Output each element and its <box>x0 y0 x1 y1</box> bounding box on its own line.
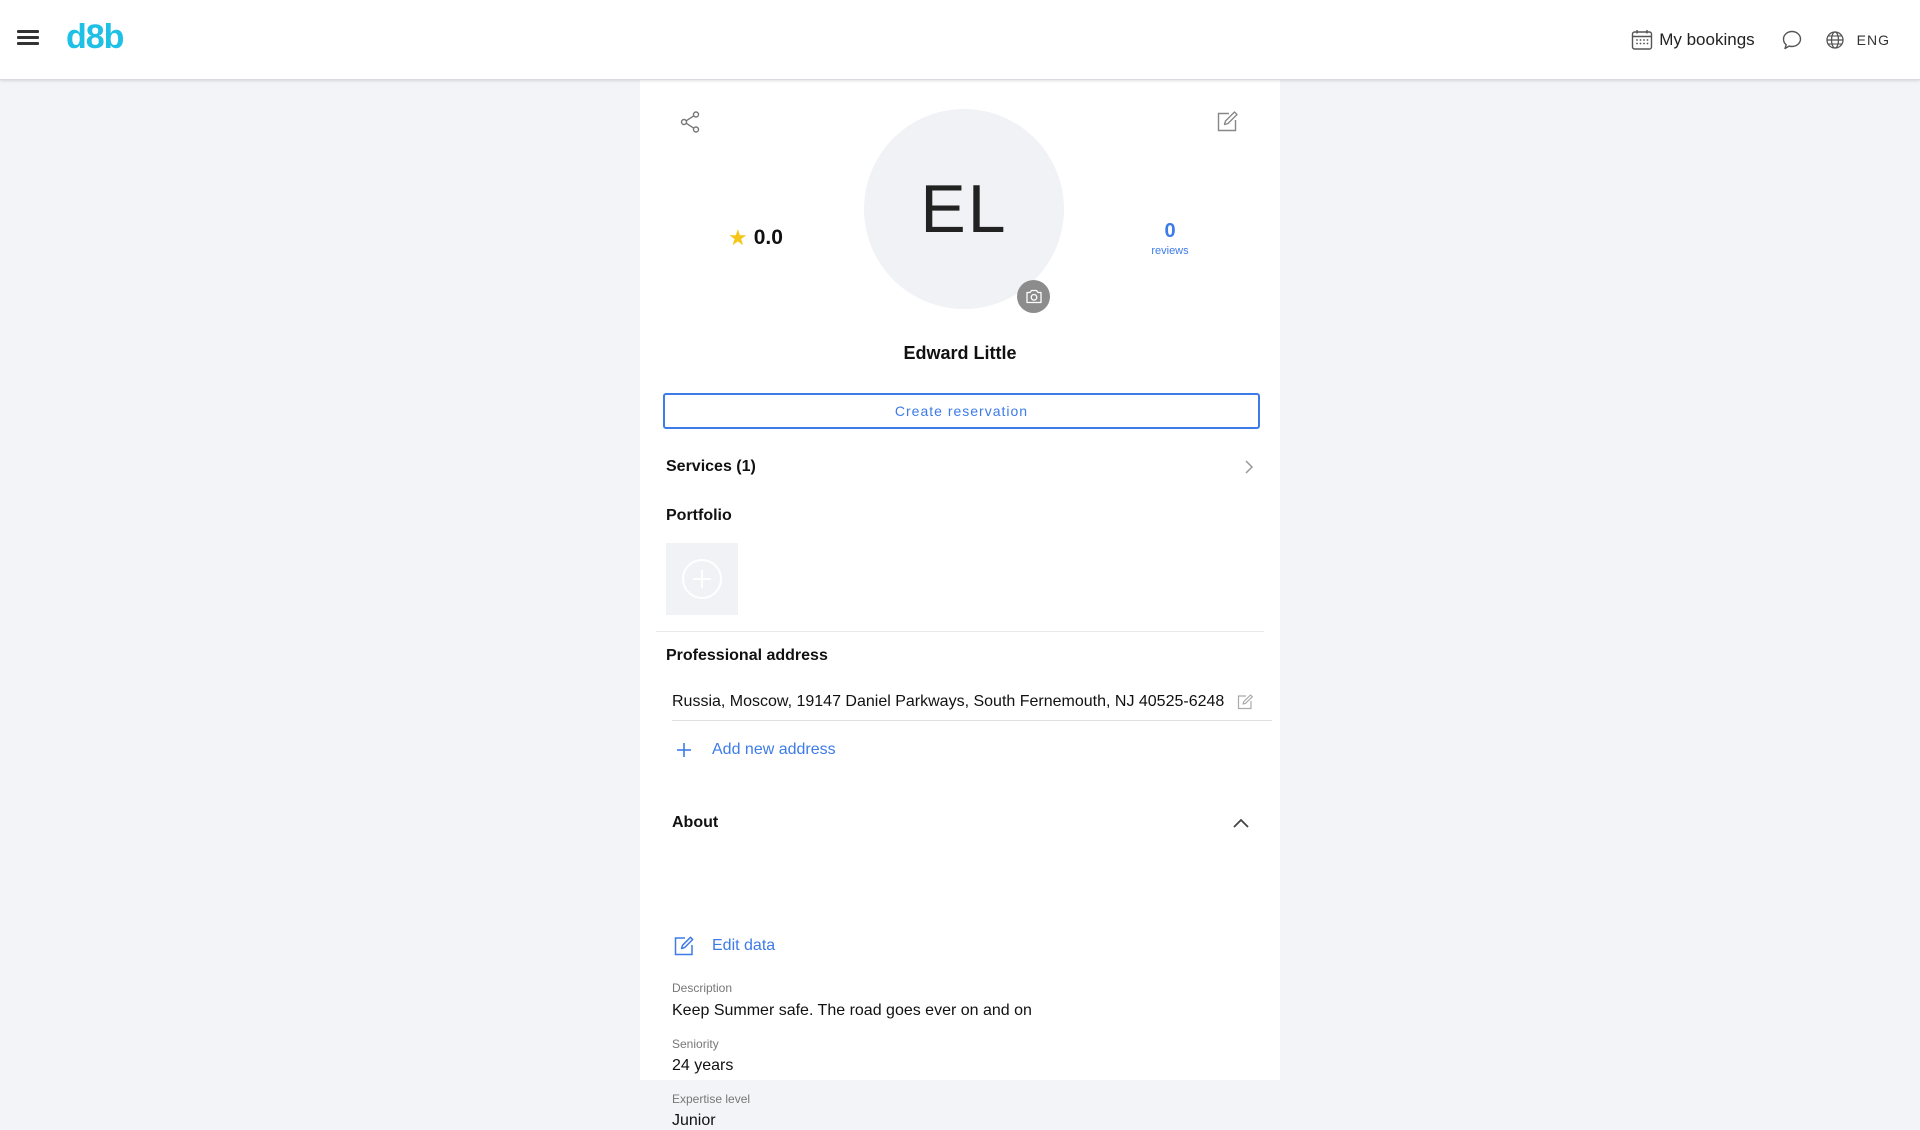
services-row[interactable]: Services (1) <box>666 452 1256 482</box>
add-portfolio-button[interactable] <box>666 543 738 615</box>
chevron-right-icon <box>1245 460 1254 474</box>
avatar-initials: EL <box>920 171 1008 247</box>
my-bookings-link[interactable]: My bookings <box>1631 29 1755 51</box>
description-value: Keep Summer safe. The road goes ever on … <box>672 1002 1032 1019</box>
header-actions: My bookings ENG <box>1631 0 1920 80</box>
add-new-address-button[interactable]: Add new address <box>672 738 836 762</box>
edit-data-button[interactable]: Edit data <box>672 934 775 958</box>
chevron-up-icon <box>1233 818 1249 828</box>
avatar: EL <box>864 109 1064 309</box>
portfolio-title: Portfolio <box>666 507 732 524</box>
language-selector[interactable]: ENG <box>1857 32 1890 48</box>
add-new-address-label: Add new address <box>712 741 836 758</box>
about-toggle[interactable]: About <box>672 808 1250 838</box>
share-icon[interactable] <box>678 110 702 139</box>
edit-data-label: Edit data <box>712 937 776 954</box>
chat-icon[interactable] <box>1781 29 1803 51</box>
description-label: Description <box>672 981 733 995</box>
logo[interactable]: d8b <box>66 18 124 57</box>
profile-card: ★ 0.0 EL 0 reviews Edward Little Create … <box>640 80 1280 1129</box>
reviews-count: 0 <box>1164 220 1176 242</box>
edit-address-icon[interactable] <box>1236 693 1254 711</box>
edit-icon[interactable] <box>1215 110 1239 139</box>
globe-icon[interactable] <box>1825 30 1845 50</box>
divider <box>656 631 1264 632</box>
expertise-level-value: Junior <box>672 1112 716 1129</box>
rating-value: 0.0 <box>753 226 783 249</box>
create-reservation-button[interactable]: Create reservation <box>663 393 1260 429</box>
menu-icon[interactable] <box>17 30 39 48</box>
reviews-link[interactable]: 0 reviews <box>1130 220 1210 257</box>
seniority-value: 24 years <box>672 1057 734 1074</box>
camera-icon[interactable] <box>1017 280 1050 313</box>
plus-icon <box>672 738 696 762</box>
about-title: About <box>672 814 719 831</box>
seniority-label: Seniority <box>672 1037 719 1051</box>
calendar-icon <box>1632 30 1653 50</box>
edit-icon <box>672 934 696 958</box>
reviews-label: reviews <box>1151 245 1189 257</box>
star-icon: ★ <box>728 225 748 250</box>
rating: ★ 0.0 <box>728 225 783 251</box>
top-bar: d8b My bookings ENG <box>0 0 1920 80</box>
my-bookings-label: My bookings <box>1659 30 1755 49</box>
professional-address-title: Professional address <box>666 647 828 664</box>
expertise-level-label: Expertise level <box>672 1092 751 1106</box>
services-label: Services (1) <box>666 458 756 475</box>
profile-name: Edward Little <box>903 343 1017 363</box>
address-row: Russia, Moscow, 19147 Daniel Parkways, S… <box>672 683 1272 721</box>
address-text: Russia, Moscow, 19147 Daniel Parkways, S… <box>672 692 1225 710</box>
plus-circle-icon <box>682 559 722 599</box>
